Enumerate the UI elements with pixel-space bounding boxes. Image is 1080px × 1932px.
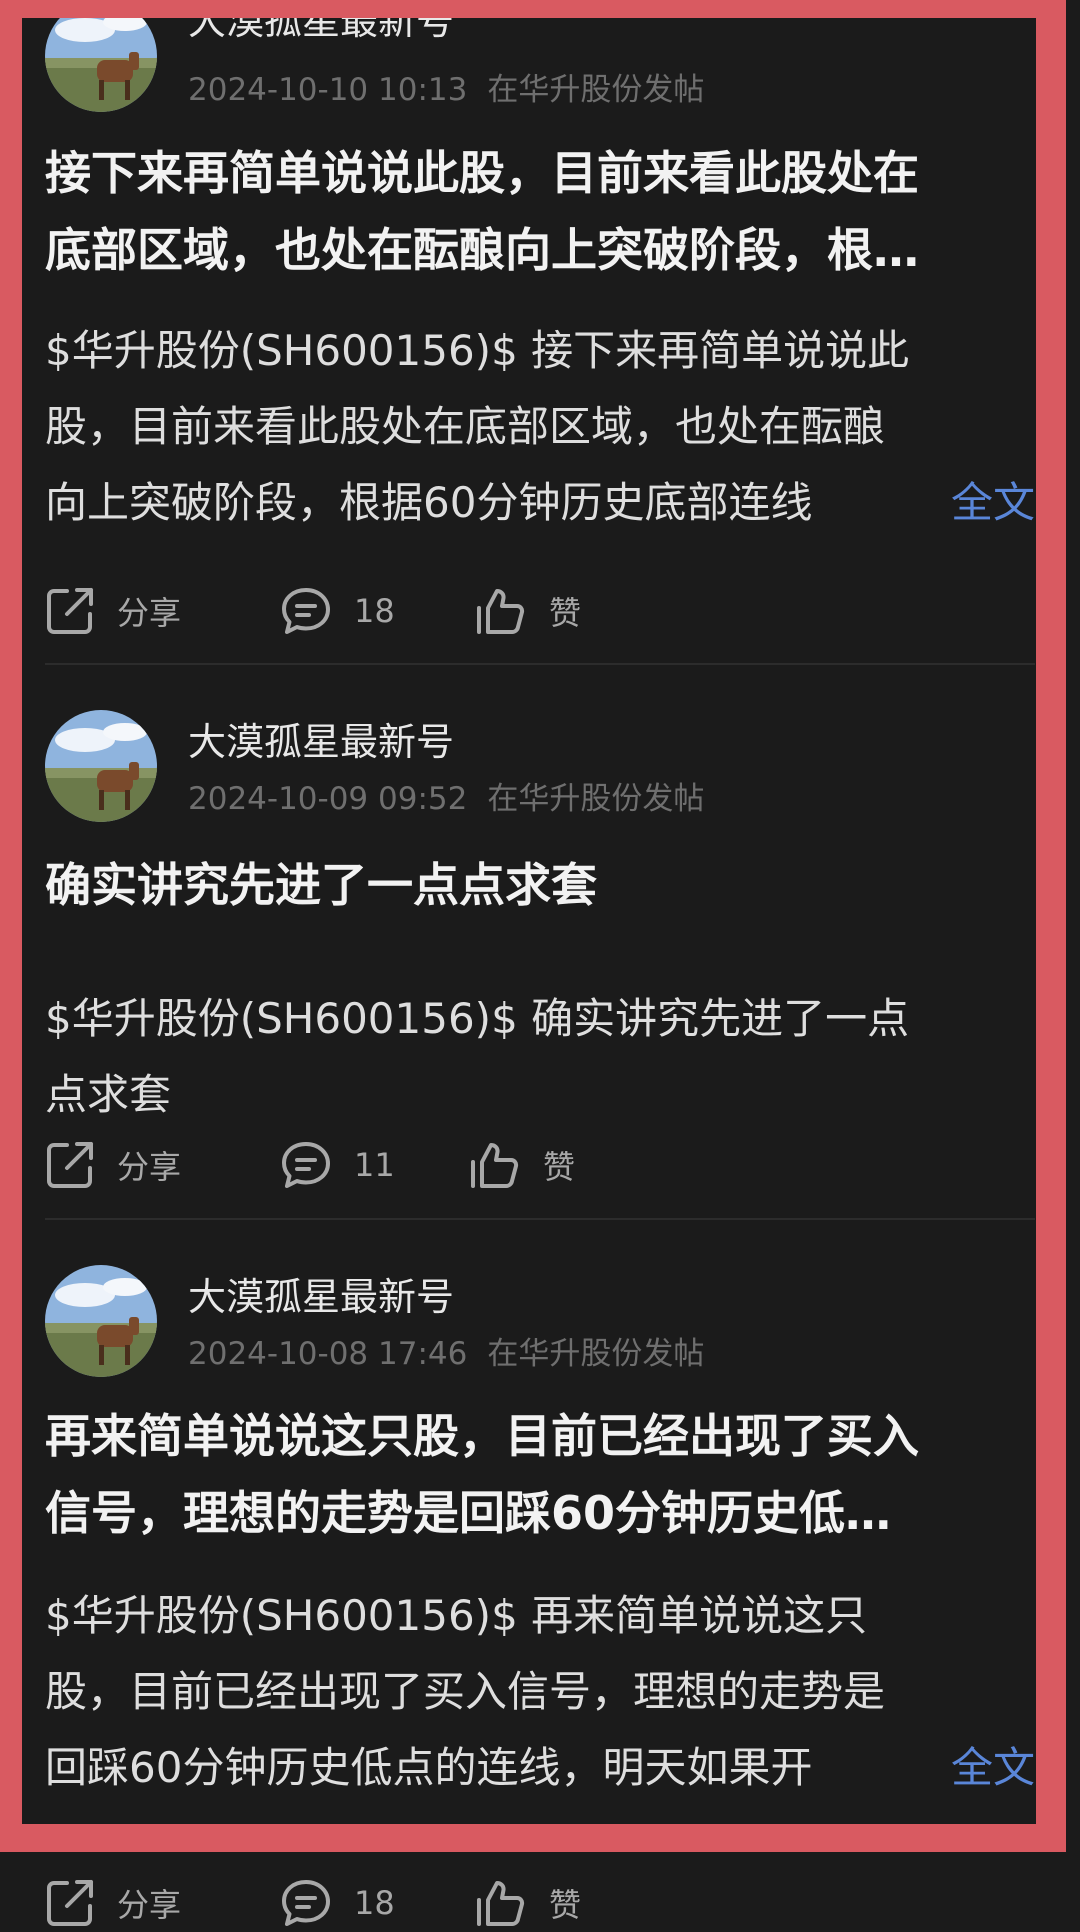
post-body[interactable]: $华升股份(SH600156)$ 确实讲究先进了一点 点求套 bbox=[45, 981, 1035, 1133]
share-label: 分享 bbox=[117, 1148, 182, 1186]
feed-page: 大漠孤星最新号 2024-10-10 10:13 在华升股份发帖 接下来再简单说说… bbox=[0, 0, 1080, 1932]
thumbs-up-icon bbox=[471, 1143, 519, 1188]
like-button[interactable]: 赞 bbox=[475, 581, 581, 641]
author-name[interactable]: 大漠孤星最新号 bbox=[188, 1266, 454, 1321]
post-meta: 2024-10-09 09:52 在华升股份发帖 bbox=[188, 773, 704, 818]
comment-count: 18 bbox=[354, 1884, 395, 1922]
post-title[interactable]: 再来简单说说这只股，目前已经出现了买入 信号，理想的走势是回踩60分钟历史低… bbox=[45, 1398, 1035, 1552]
post-card[interactable]: 大漠孤星最新号 2024-10-08 17:46 在华升股份发帖 再来简单说说这只… bbox=[0, 1220, 1080, 1932]
author-name[interactable]: 大漠孤星最新号 bbox=[188, 0, 454, 45]
post-location[interactable]: 在华升股份发帖 bbox=[487, 1336, 704, 1372]
comment-button[interactable]: 18 bbox=[280, 581, 395, 641]
read-more-link[interactable]: 全文 bbox=[910, 465, 1035, 541]
body-line: $华升股份(SH600156)$ 再来简单说说这只 bbox=[45, 1591, 868, 1640]
body-line: 股，目前已经出现了买入信号，理想的走势是 bbox=[45, 1667, 886, 1716]
share-label: 分享 bbox=[117, 1886, 182, 1924]
post-body[interactable]: $华升股份(SH600156)$ 再来简单说说这只 股，目前已经出现了买入信号，… bbox=[45, 1578, 1035, 1806]
body-line-last: 回踩60分钟历史低点的连线，明天如果开 全文 bbox=[45, 1730, 1035, 1806]
post-title[interactable]: 接下来再简单说说此股，目前来看此股处在 底部区域，也处在酝酿向上突破阶段，根… bbox=[45, 135, 1035, 289]
share-button[interactable]: 分享 bbox=[45, 1135, 181, 1195]
comment-button[interactable]: 18 bbox=[280, 1873, 395, 1932]
like-label: 赞 bbox=[549, 594, 582, 632]
action-bar: 分享 18 赞 bbox=[45, 581, 745, 641]
thumbs-up-icon bbox=[477, 1881, 525, 1926]
body-line: $华升股份(SH600156)$ 接下来再简单说说此 bbox=[45, 326, 910, 375]
read-more-link[interactable]: 全文 bbox=[910, 1730, 1035, 1806]
share-button[interactable]: 分享 bbox=[45, 581, 181, 641]
comment-icon bbox=[282, 588, 330, 634]
avatar[interactable] bbox=[45, 1265, 157, 1377]
timestamp: 2024-10-09 09:52 bbox=[188, 781, 468, 817]
like-button[interactable]: 赞 bbox=[469, 1135, 575, 1195]
author-name[interactable]: 大漠孤星最新号 bbox=[188, 711, 454, 766]
body-line: 向上突破阶段，根据60分钟历史底部连线 bbox=[45, 478, 813, 527]
post-meta: 2024-10-08 17:46 在华升股份发帖 bbox=[188, 1328, 704, 1373]
comment-icon bbox=[282, 1880, 330, 1926]
share-icon bbox=[47, 1142, 93, 1188]
share-icon bbox=[47, 1880, 93, 1926]
comment-count: 11 bbox=[354, 1146, 395, 1184]
like-label: 赞 bbox=[543, 1148, 576, 1186]
body-line: 股，目前来看此股处在底部区域，也处在酝酿 bbox=[45, 402, 886, 451]
post-location[interactable]: 在华升股份发帖 bbox=[487, 72, 704, 108]
title-line: 底部区域，也处在酝酿向上突破阶段，根… bbox=[45, 223, 919, 277]
post-location[interactable]: 在华升股份发帖 bbox=[487, 781, 704, 817]
title-line: 接下来再简单说说此股，目前来看此股处在 bbox=[45, 146, 919, 200]
post-title[interactable]: 确实讲究先进了一点点求套 bbox=[45, 847, 1035, 924]
title-line: 信号，理想的走势是回踩60分钟历史低… bbox=[45, 1486, 892, 1540]
like-button[interactable]: 赞 bbox=[475, 1873, 581, 1932]
post-card[interactable]: 大漠孤星最新号 2024-10-10 10:13 在华升股份发帖 接下来再简单说说… bbox=[0, 0, 1080, 665]
share-button[interactable]: 分享 bbox=[45, 1873, 181, 1932]
comment-button[interactable]: 11 bbox=[280, 1135, 395, 1195]
title-line: 确实讲究先进了一点点求套 bbox=[45, 858, 597, 912]
title-line: 再来简单说说这只股，目前已经出现了买入 bbox=[45, 1409, 919, 1463]
body-line: 点求套 bbox=[45, 1070, 172, 1119]
comment-icon bbox=[282, 1142, 330, 1188]
thumbs-up-icon bbox=[477, 589, 525, 634]
action-bar: 分享 11 赞 bbox=[45, 1135, 745, 1195]
avatar[interactable] bbox=[45, 710, 157, 822]
avatar[interactable] bbox=[45, 0, 157, 112]
timestamp: 2024-10-10 10:13 bbox=[188, 72, 468, 108]
share-label: 分享 bbox=[117, 594, 182, 632]
post-body[interactable]: $华升股份(SH600156)$ 接下来再简单说说此 股，目前来看此股处在底部区… bbox=[45, 313, 1035, 541]
post-meta: 2024-10-10 10:13 在华升股份发帖 bbox=[188, 64, 704, 109]
like-label: 赞 bbox=[549, 1886, 582, 1924]
body-line: 回踩60分钟历史低点的连线，明天如果开 bbox=[45, 1743, 813, 1792]
body-line-last: 向上突破阶段，根据60分钟历史底部连线 全文 bbox=[45, 465, 1035, 541]
comment-count: 18 bbox=[354, 592, 395, 630]
post-card[interactable]: 大漠孤星最新号 2024-10-09 09:52 在华升股份发帖 确实讲究先进了一… bbox=[0, 665, 1080, 1220]
share-icon bbox=[47, 588, 93, 634]
body-line: $华升股份(SH600156)$ 确实讲究先进了一点 bbox=[45, 994, 910, 1043]
timestamp: 2024-10-08 17:46 bbox=[188, 1336, 468, 1372]
action-bar: 分享 18 赞 bbox=[45, 1873, 745, 1932]
